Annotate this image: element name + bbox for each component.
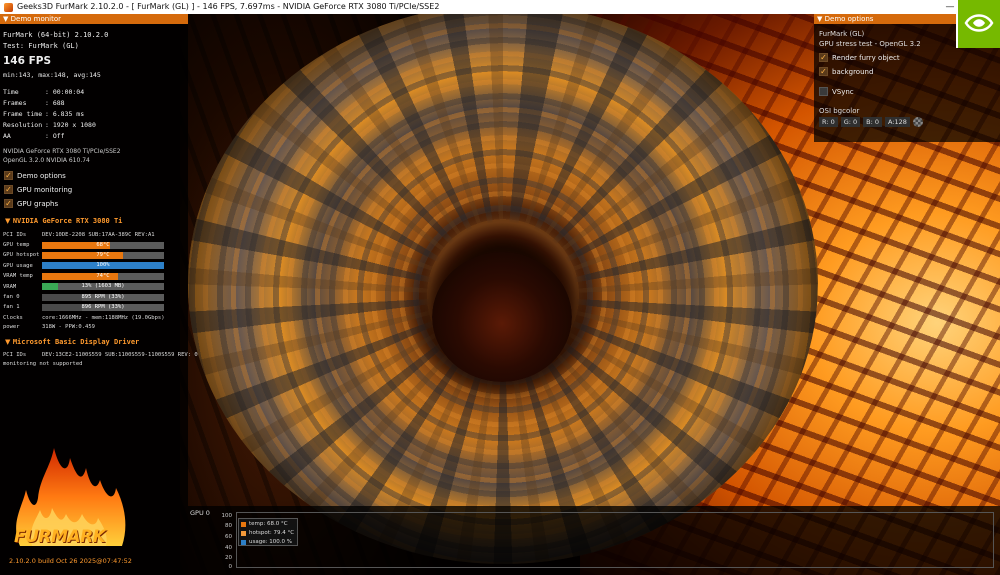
vsync-checkbox[interactable]: VSync	[819, 87, 854, 96]
render-furry-object-checkbox[interactable]: ✓ Render furry object	[819, 53, 900, 62]
alpha-channel-field[interactable]: A:128	[885, 117, 910, 127]
checkmark-icon: ✓	[4, 199, 13, 208]
collapse-arrow-icon: ▼	[5, 338, 11, 346]
fan1-bar: fan 1 896 RPM (33%)	[3, 303, 164, 311]
y-tick-label: 80	[225, 523, 232, 529]
stat-frames: Frames: 688	[3, 99, 65, 107]
stat-aa: AA: Off	[3, 132, 65, 140]
demo-description: GPU stress test - OpenGL 3.2	[819, 40, 921, 48]
renderer-name: NVIDIA GeForce RTX 3080 Ti/PCIe/SSE2	[3, 148, 121, 155]
legend-swatch	[241, 530, 246, 536]
y-tick-label: 20	[225, 555, 232, 561]
display-driver-section-header[interactable]: ▼ Microsoft Basic Display Driver	[5, 338, 139, 346]
progress-bar: 79°C	[42, 251, 164, 259]
collapse-arrow-icon: ▼	[5, 217, 11, 225]
demo-name: FurMark (GL)	[819, 30, 865, 38]
legend-item-usage: usage: 100.0 %	[239, 538, 297, 546]
progress-bar: 74°C	[42, 272, 164, 280]
legend-swatch	[241, 539, 246, 545]
y-tick-label: 60	[225, 534, 232, 540]
progress-bar: 895 RPM (33%)	[42, 293, 164, 301]
opengl-version: OpenGL 3.2.0 NVIDIA 610.74	[3, 157, 90, 164]
background-checkbox[interactable]: ✓ background	[819, 67, 873, 76]
display-pci-ids: PCI IDs DEV:13CE2-1100S559 SUB:1100S559-…	[3, 352, 198, 358]
test-name-line: Test: FurMark (GL)	[3, 42, 79, 50]
demo-monitor-panel: ▼ Demo monitor FurMark (64-bit) 2.10.2.0…	[0, 14, 198, 575]
window-title-bar[interactable]: Geeks3D FurMark 2.10.2.0 - [ FurMark (GL…	[0, 0, 1000, 14]
graph-plot-area	[236, 512, 994, 568]
demo-monitor-header[interactable]: ▼ Demo monitor	[0, 14, 188, 24]
torus-hole	[432, 252, 572, 382]
color-picker-icon[interactable]	[912, 117, 923, 127]
graph-legend: temp: 68.0 °C hotspot: 79.4 °C usage: 10…	[238, 518, 298, 546]
window-title: Geeks3D FurMark 2.10.2.0 - [ FurMark (GL…	[17, 2, 440, 11]
nvidia-eye-icon	[964, 14, 994, 32]
collapse-arrow-icon: ▼	[817, 15, 823, 23]
display-monitoring-note: monitoring not supported	[3, 361, 83, 367]
fan0-bar: fan 0 895 RPM (33%)	[3, 293, 164, 301]
gpu-graph-panel: GPU 0 100 80 60 40 20 0 temp: 68.0 °C ho…	[188, 506, 1000, 575]
graph-title: GPU 0	[190, 509, 210, 517]
stat-resolution: Resolution: 1920 x 1080	[3, 121, 96, 129]
app-icon	[4, 2, 13, 12]
fps-stats: min:143, max:148, avg:145	[3, 71, 101, 79]
checkmark-icon: ✓	[4, 171, 13, 180]
gpu-power: power 318W - PPW:0.459	[3, 324, 95, 330]
bgcolor-editor: R: 0 G: 0 B: 0 A:128	[819, 117, 923, 127]
progress-bar: 896 RPM (33%)	[42, 303, 164, 311]
vram-usage-bar: VRAM 13% (1603 MB)	[3, 283, 164, 291]
gpu-clocks: Clocks core:1666MHz - mem:1188MHz (19.0G…	[3, 315, 165, 321]
gpu-temp-bar: GPU temp 68°C	[3, 241, 164, 249]
legend-swatch	[241, 521, 246, 527]
gpu-section-header[interactable]: ▼ NVIDIA GeForce RTX 3080 Ti	[5, 217, 122, 225]
demo-options-checkbox[interactable]: ✓ Demo options	[4, 171, 66, 180]
app-version-line: FurMark (64-bit) 2.10.2.0	[3, 31, 109, 39]
vram-temp-bar: VRAM temp 74°C	[3, 272, 164, 280]
green-channel-field[interactable]: G: 0	[840, 117, 861, 127]
build-info: 2.10.2.0 build Oct 26 2025@07:47:52	[9, 557, 132, 565]
blue-channel-field[interactable]: B: 0	[863, 117, 883, 127]
demo-monitor-title: Demo monitor	[10, 15, 62, 23]
stat-time: Time: 00:00:04	[3, 88, 85, 96]
progress-bar: 100%	[42, 262, 164, 270]
furmark-logo-text: FURMARK	[14, 527, 106, 547]
fps-value: 146 FPS	[3, 55, 52, 67]
progress-bar: 68°C	[42, 241, 164, 249]
y-tick-label: 0	[228, 564, 233, 570]
gpu-monitoring-checkbox[interactable]: ✓ GPU monitoring	[4, 185, 72, 194]
gpu-usage-bar: GPU usage 100%	[3, 262, 164, 270]
checkmark-icon: ✓	[819, 53, 828, 62]
y-tick-label: 40	[225, 545, 232, 551]
legend-item-temp: temp: 68.0 °C	[239, 520, 297, 528]
checkmark-icon: ✓	[819, 67, 828, 76]
osi-bgcolor-label: OSI bgcolor	[819, 107, 860, 115]
collapse-arrow-icon: ▼	[3, 15, 9, 23]
legend-item-hotspot: hotspot: 79.4 °C	[239, 529, 297, 537]
red-channel-field[interactable]: R: 0	[819, 117, 838, 127]
checkmark-icon: ✓	[4, 185, 13, 194]
nvidia-logo	[956, 0, 1000, 48]
progress-bar: 13% (1603 MB)	[42, 283, 164, 291]
y-tick-label: 100	[221, 513, 233, 519]
stat-frame-time: Frame time: 6.835 ms	[3, 110, 85, 118]
gpu-graphs-checkbox[interactable]: ✓ GPU graphs	[4, 199, 58, 208]
gpu-pci-ids: PCI IDs DEV:10DE-2208 SUB:17AA-389C REV:…	[3, 232, 155, 238]
gpu-hotspot-bar: GPU hotspot 79°C	[3, 251, 164, 259]
